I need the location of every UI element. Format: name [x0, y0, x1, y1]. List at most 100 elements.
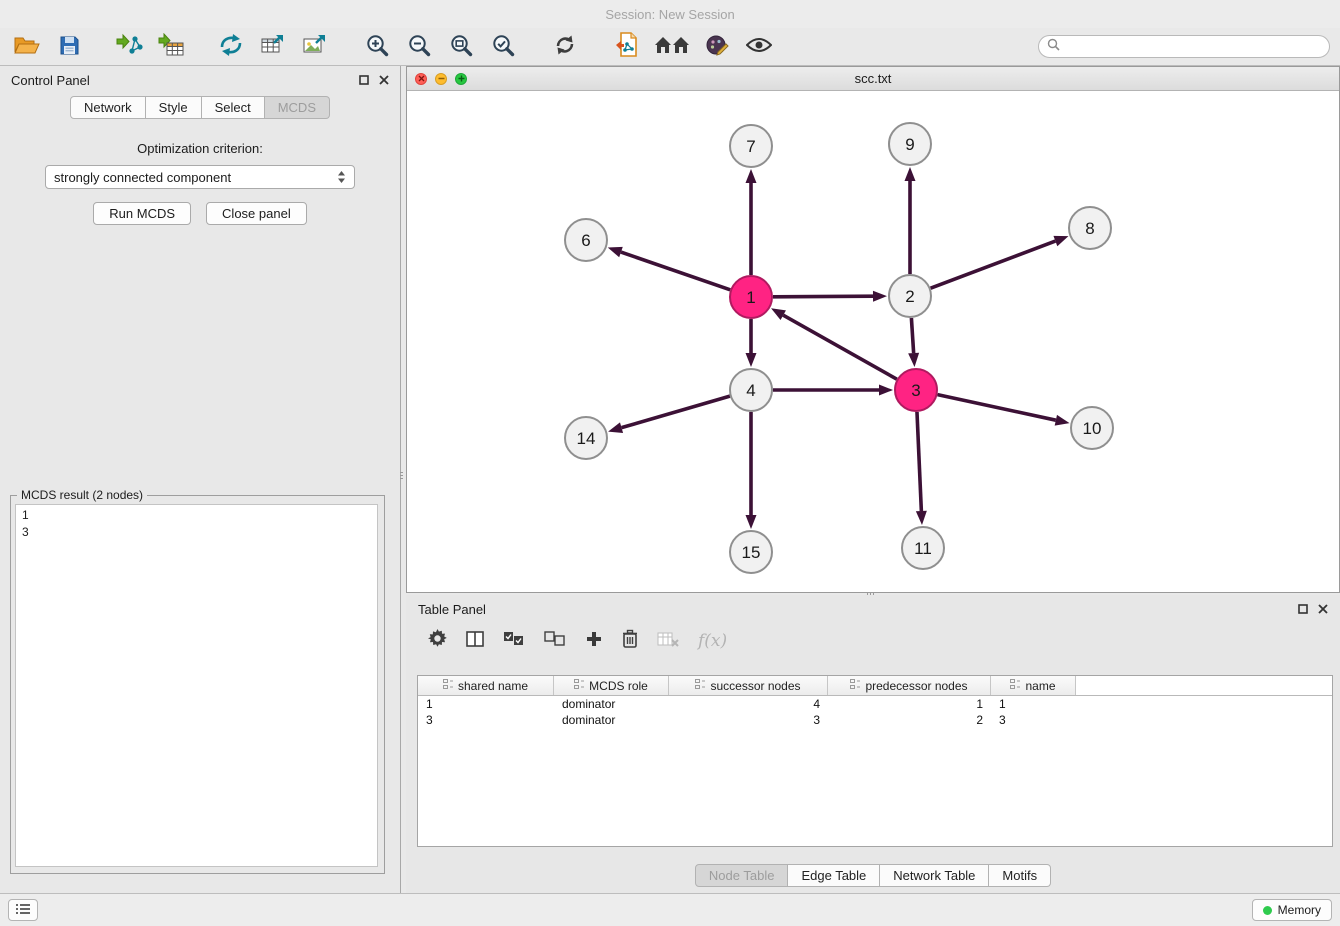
zoom-in-button[interactable] — [360, 30, 394, 64]
select-all-icon[interactable] — [503, 631, 525, 652]
graph-node-4[interactable]: 4 — [730, 369, 772, 411]
close-window-icon[interactable] — [415, 73, 427, 85]
graph-edge-3-11[interactable] — [917, 412, 921, 511]
table-cell[interactable]: 1 — [991, 696, 1076, 712]
gear-icon[interactable] — [428, 629, 447, 653]
maximize-window-icon[interactable] — [455, 73, 467, 85]
close-panel-icon[interactable] — [379, 73, 389, 88]
graph-edge-3-1[interactable] — [783, 315, 897, 379]
graph-node-2[interactable]: 2 — [889, 275, 931, 317]
table-cell[interactable]: 2 — [828, 712, 991, 728]
graph-node-15[interactable]: 15 — [730, 531, 772, 573]
svg-text:4: 4 — [746, 381, 755, 400]
run-mcds-button[interactable]: Run MCDS — [93, 202, 191, 225]
table-cell[interactable]: 1 — [828, 696, 991, 712]
table-cell[interactable]: 3 — [418, 712, 554, 728]
show-hide-button[interactable] — [742, 30, 776, 64]
close-panel-button[interactable]: Close panel — [206, 202, 307, 225]
homes-icon — [654, 34, 690, 59]
table-row[interactable]: 3dominator323 — [418, 712, 1332, 728]
graph-node-3[interactable]: 3 — [895, 369, 937, 411]
tab-mcds[interactable]: MCDS — [265, 96, 330, 119]
image-arrow-icon — [302, 33, 328, 60]
graph-edge-2-3[interactable] — [911, 318, 913, 353]
graph-node-14[interactable]: 14 — [565, 417, 607, 459]
table-cell[interactable]: dominator — [554, 696, 669, 712]
network-graph[interactable]: 7 9 6 8 1 2 4 3 14 10 15 11 — [407, 90, 1339, 591]
search-input[interactable] — [1065, 39, 1321, 55]
minimize-window-icon[interactable] — [435, 73, 447, 85]
graph-node-1[interactable]: 1 — [730, 276, 772, 318]
save-icon — [59, 35, 80, 59]
optimization-criterion-select[interactable]: strongly connected component — [45, 165, 355, 189]
add-column-icon[interactable] — [585, 630, 603, 653]
memory-button[interactable]: Memory — [1252, 899, 1332, 921]
column-header-successor-nodes[interactable]: successor nodes — [669, 676, 828, 695]
style-edit-button[interactable] — [700, 30, 734, 64]
network-window-title: scc.txt — [855, 71, 892, 86]
task-history-button[interactable] — [8, 899, 38, 921]
import-network-button[interactable] — [112, 30, 146, 64]
table-cell[interactable]: dominator — [554, 712, 669, 728]
import-table-button[interactable] — [154, 30, 188, 64]
column-header-shared-name[interactable]: shared name — [418, 676, 554, 695]
float-window-icon[interactable] — [359, 73, 369, 88]
graph-edge-3-10[interactable] — [938, 395, 1056, 421]
tab-node-table[interactable]: Node Table — [695, 864, 789, 887]
chevron-updown-icon — [337, 170, 346, 184]
network-window-titlebar: scc.txt — [407, 67, 1339, 91]
tab-motifs[interactable]: Motifs — [989, 864, 1051, 887]
zoom-selected-button[interactable] — [486, 30, 520, 64]
search-box[interactable] — [1038, 35, 1330, 58]
tab-network-table[interactable]: Network Table — [880, 864, 989, 887]
table-cell[interactable]: 1 — [418, 696, 554, 712]
sort-icon — [850, 679, 861, 693]
search-icon — [1047, 38, 1060, 56]
zoom-fit-button[interactable] — [444, 30, 478, 64]
zoom-in-icon — [365, 33, 389, 60]
tab-style[interactable]: Style — [146, 96, 202, 119]
table-cell[interactable]: 3 — [991, 712, 1076, 728]
tab-edge-table[interactable]: Edge Table — [788, 864, 880, 887]
graph-edge-2-8[interactable] — [931, 241, 1056, 288]
export-image-button[interactable] — [298, 30, 332, 64]
graph-node-8[interactable]: 8 — [1069, 207, 1111, 249]
control-panel-tabs: Network Style Select MCDS — [0, 96, 400, 119]
table-cell[interactable]: 4 — [669, 696, 828, 712]
graph-node-9[interactable]: 9 — [889, 123, 931, 165]
save-session-button[interactable] — [52, 30, 86, 64]
open-session-button[interactable] — [10, 30, 44, 64]
graph-node-6[interactable]: 6 — [565, 219, 607, 261]
column-header-name[interactable]: name — [991, 676, 1076, 695]
column-header-mcds-role[interactable]: MCDS role — [554, 676, 669, 695]
graph-node-11[interactable]: 11 — [902, 527, 944, 569]
graph-node-7[interactable]: 7 — [730, 125, 772, 167]
graph-edge-1-2[interactable] — [773, 296, 873, 297]
sort-icon — [1010, 679, 1021, 693]
panel-divider-handle[interactable] — [399, 466, 404, 484]
memory-status-dot — [1263, 906, 1272, 915]
trash-icon[interactable] — [622, 629, 638, 653]
new-network-button[interactable] — [214, 30, 248, 64]
zoom-out-button[interactable] — [402, 30, 436, 64]
graph-node-10[interactable]: 10 — [1071, 407, 1113, 449]
graph-edge-4-14[interactable] — [622, 396, 730, 428]
optimization-criterion-label: Optimization criterion: — [0, 141, 400, 156]
mcds-result-text[interactable]: 1 3 — [15, 504, 378, 867]
refresh-button[interactable] — [548, 30, 582, 64]
network-document-button[interactable] — [610, 30, 644, 64]
columns-icon[interactable] — [466, 630, 484, 653]
edge-arrowhead-icon — [771, 308, 786, 320]
new-table-button[interactable] — [256, 30, 290, 64]
column-header-predecessor-nodes[interactable]: predecessor nodes — [828, 676, 991, 695]
home-button[interactable] — [652, 30, 692, 64]
unselect-all-icon[interactable] — [544, 631, 566, 652]
table-cell[interactable]: 3 — [669, 712, 828, 728]
close-table-panel-icon[interactable] — [1318, 602, 1328, 617]
tab-select[interactable]: Select — [202, 96, 265, 119]
zoom-fit-icon — [449, 33, 473, 60]
tab-network[interactable]: Network — [70, 96, 146, 119]
graph-edge-1-6[interactable] — [621, 252, 730, 290]
float-table-panel-icon[interactable] — [1298, 602, 1308, 617]
table-row[interactable]: 1dominator411 — [418, 696, 1332, 712]
